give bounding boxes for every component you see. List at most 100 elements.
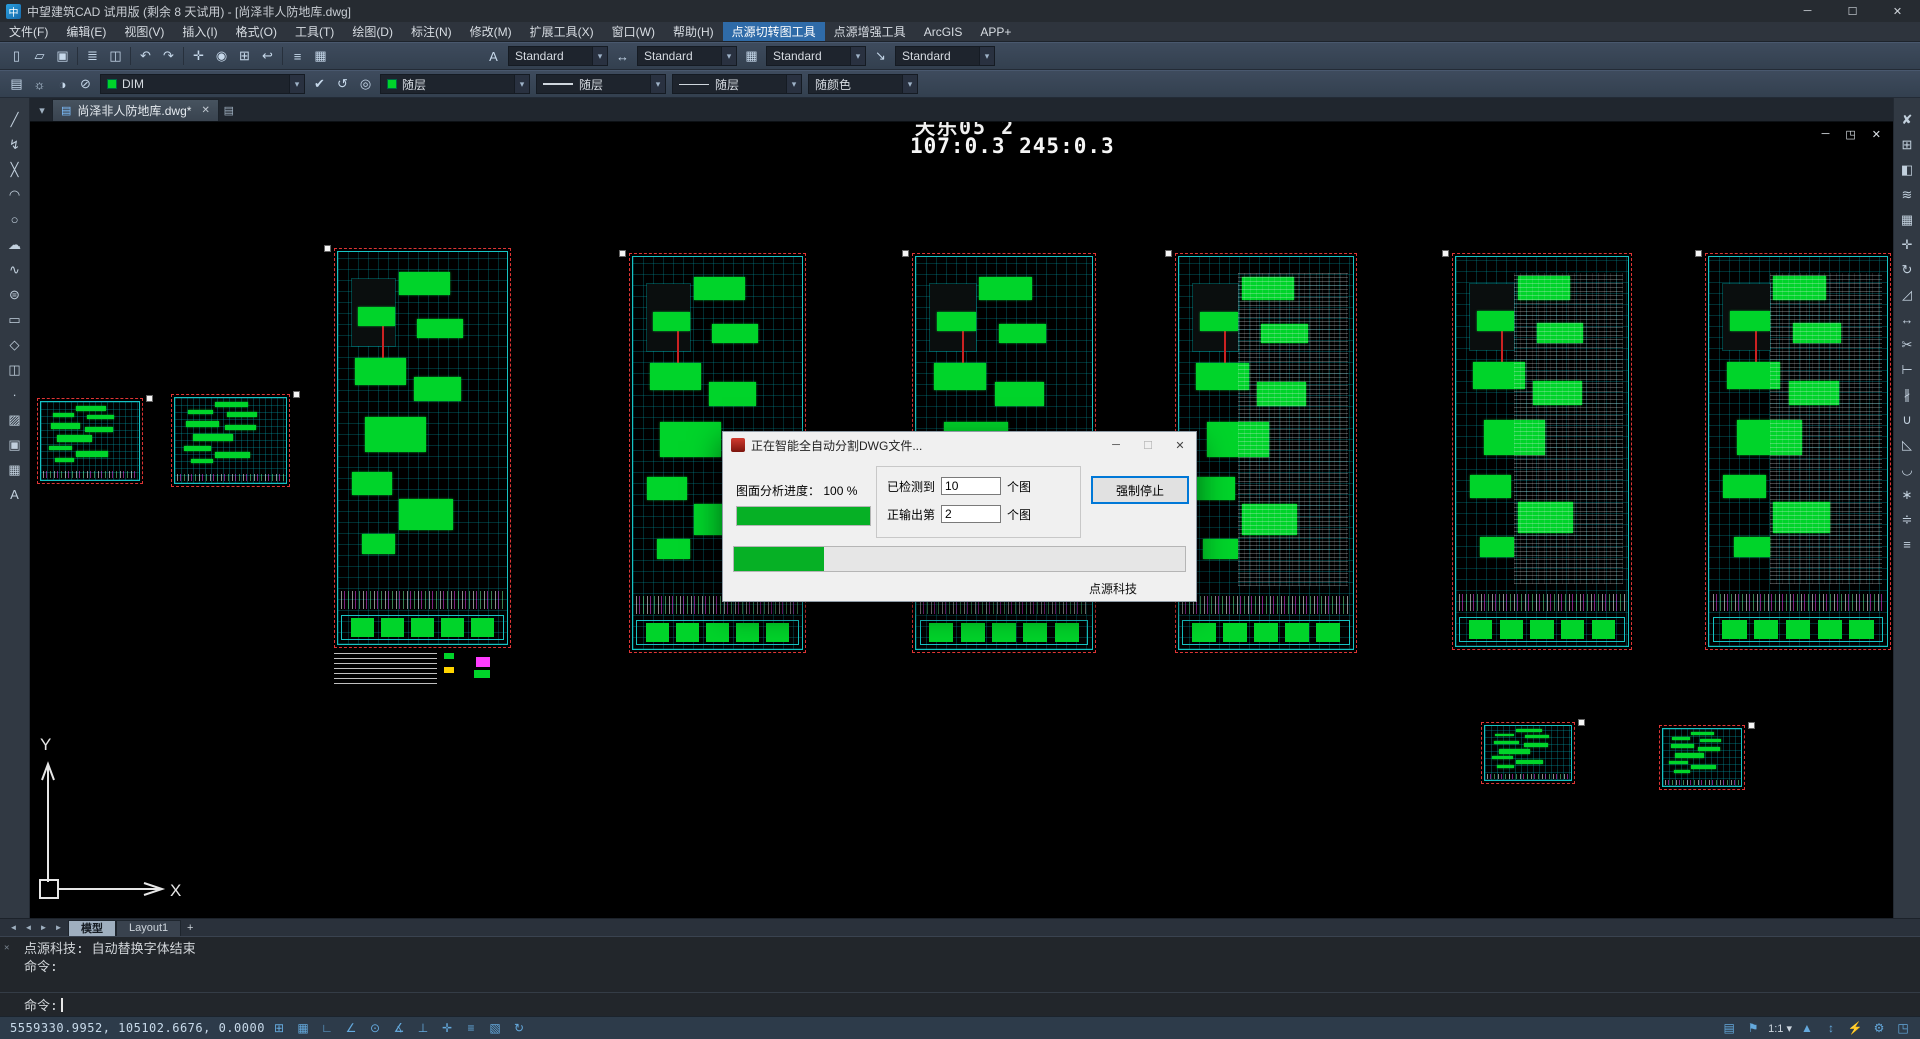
command-prompt[interactable]: 命令: — [0, 992, 1920, 1016]
menu-item-13[interactable]: 点源增强工具 — [825, 22, 915, 41]
window-minimize-button[interactable]: ─ — [1785, 0, 1830, 22]
layout-nav-arrow[interactable]: ► — [51, 923, 66, 932]
make-current-layer-icon[interactable]: ✔ — [308, 73, 331, 95]
array-icon[interactable]: ▦ — [1895, 208, 1919, 231]
lineweight-combo[interactable]: 随层 — [672, 74, 802, 94]
menu-item-2[interactable]: 视图(V) — [115, 22, 173, 41]
region-icon[interactable]: ▣ — [3, 433, 27, 456]
layout-nav-arrow[interactable]: ◄ — [21, 923, 36, 932]
layer-combo[interactable]: DIM — [100, 74, 305, 94]
align-icon[interactable]: ≑ — [1895, 508, 1919, 531]
model-space-icon[interactable]: ▤ — [1718, 1019, 1740, 1038]
transparency-icon[interactable]: ▧ — [484, 1019, 506, 1038]
menu-item-1[interactable]: 编辑(E) — [57, 22, 115, 41]
mdi-restore-button[interactable]: ◳ — [1845, 128, 1855, 141]
mleader-style-combo[interactable]: Standard — [895, 46, 995, 66]
break-icon[interactable]: ∦ — [1895, 383, 1919, 406]
zoom-window-icon[interactable]: ⊞ — [233, 45, 256, 67]
new-drawing-tab-icon[interactable]: ▤ — [219, 99, 239, 121]
osnap-icon[interactable]: ⊙ — [364, 1019, 386, 1038]
mirror-icon[interactable]: ◧ — [1895, 158, 1919, 181]
save-file-icon[interactable]: ▣ — [51, 45, 74, 67]
linetype-combo[interactable]: 随层 — [536, 74, 666, 94]
circle-icon[interactable]: ○ — [3, 208, 27, 231]
layer-lock-icon[interactable]: ⊘ — [74, 73, 97, 95]
mdi-close-button[interactable]: ✕ — [1872, 128, 1881, 141]
annotation-autoscale-icon[interactable]: ↕ — [1820, 1019, 1842, 1038]
polar-icon[interactable]: ∠ — [340, 1019, 362, 1038]
zoom-previous-icon[interactable]: ↩ — [256, 45, 279, 67]
menu-item-0[interactable]: 文件(F) — [0, 22, 57, 41]
layer-previous-icon[interactable]: ↺ — [331, 73, 354, 95]
grid-icon[interactable]: ▦ — [292, 1019, 314, 1038]
arc-icon[interactable]: ◠ — [3, 183, 27, 206]
menu-item-9[interactable]: 扩展工具(X) — [521, 22, 603, 41]
menu-item-11[interactable]: 帮助(H) — [664, 22, 723, 41]
mtext-icon[interactable]: A — [3, 483, 27, 506]
workspace-gear-icon[interactable]: ⚙ — [1868, 1019, 1890, 1038]
mdi-minimize-button[interactable]: ─ — [1822, 128, 1830, 141]
move-icon[interactable]: ✛ — [1895, 233, 1919, 256]
explode-icon[interactable]: ∗ — [1895, 483, 1919, 506]
output-index-input[interactable] — [941, 505, 1001, 523]
plot-preview-icon[interactable]: ◫ — [104, 45, 127, 67]
layer-properties-icon[interactable]: ▤ — [5, 73, 28, 95]
plotstyle-combo[interactable]: 随颜色 — [808, 74, 918, 94]
layer-freeze-icon[interactable]: ◑ — [51, 73, 74, 95]
close-tab-icon[interactable]: ✕ — [201, 105, 209, 116]
dialog-title-bar[interactable]: 正在智能全自动分割DWG文件... ─ ☐ ✕ — [723, 432, 1196, 458]
ducs-icon[interactable]: ⊥ — [412, 1019, 434, 1038]
extend-icon[interactable]: ⊢ — [1895, 358, 1919, 381]
text-style-combo[interactable]: Standard — [508, 46, 608, 66]
dismiss-icon[interactable]: ✕ — [4, 943, 9, 953]
hardware-acceleration-icon[interactable]: ⚡ — [1844, 1019, 1866, 1038]
menu-item-10[interactable]: 窗口(W) — [603, 22, 664, 41]
layout-nav-arrow[interactable]: ► — [36, 923, 51, 932]
scale-icon[interactable]: ◿ — [1895, 283, 1919, 306]
construction-line-icon[interactable]: ╳ — [3, 158, 27, 181]
layout-tab-Layout1[interactable]: Layout1 — [116, 920, 181, 936]
properties-palette-icon[interactable]: ≡ — [1895, 533, 1919, 556]
new-file-icon[interactable]: ▯ — [5, 45, 28, 67]
menu-item-8[interactable]: 修改(M) — [461, 22, 521, 41]
drawing-thumb-3[interactable] — [1481, 722, 1575, 784]
ellipse-icon[interactable]: ⊜ — [3, 283, 27, 306]
dim-style-icon[interactable]: ↔ — [611, 45, 634, 67]
revision-cloud-icon[interactable]: ☁ — [3, 233, 27, 256]
selection-cycle-icon[interactable]: ↻ — [508, 1019, 530, 1038]
menu-item-6[interactable]: 绘图(D) — [343, 22, 402, 41]
table-style-icon[interactable]: ▦ — [740, 45, 763, 67]
detected-count-input[interactable] — [941, 477, 1001, 495]
insert-block-icon[interactable]: ◫ — [3, 358, 27, 381]
annotation-monitor-icon[interactable]: ⚑ — [1742, 1019, 1764, 1038]
properties-icon[interactable]: ≡ — [286, 45, 309, 67]
drawing-plan-6[interactable] — [1705, 253, 1891, 650]
polygon-icon[interactable]: ◇ — [3, 333, 27, 356]
zoom-realtime-icon[interactable]: ◉ — [210, 45, 233, 67]
stretch-icon[interactable]: ↔ — [1895, 308, 1919, 331]
redo-icon[interactable]: ↷ — [157, 45, 180, 67]
layer-on-off-icon[interactable]: ☼ — [28, 73, 51, 95]
annotation-scale-control[interactable]: 1:1 ▾ — [1766, 1019, 1794, 1038]
command-window[interactable]: ✕ 点源科技: 自动替换字体结束命令: 命令: — [0, 936, 1920, 1016]
table-icon[interactable]: ▦ — [3, 458, 27, 481]
open-file-icon[interactable]: ▱ — [28, 45, 51, 67]
window-close-button[interactable]: ✕ — [1875, 0, 1920, 22]
menu-item-12[interactable]: 点源切转图工具 — [723, 22, 825, 41]
drawing-plan-5[interactable] — [1452, 253, 1632, 650]
hatch-icon[interactable]: ▨ — [3, 408, 27, 431]
snap-icon[interactable]: ⊞ — [268, 1019, 290, 1038]
erase-icon[interactable]: ✘ — [1895, 108, 1919, 131]
spline-icon[interactable]: ∿ — [3, 258, 27, 281]
menu-item-7[interactable]: 标注(N) — [402, 22, 461, 41]
fillet-icon[interactable]: ◡ — [1895, 458, 1919, 481]
tab-list-menu-icon[interactable]: ▾ — [32, 99, 52, 121]
force-stop-button[interactable]: 强制停止 — [1091, 476, 1189, 504]
copy-icon[interactable]: ⊞ — [1895, 133, 1919, 156]
polyline-icon[interactable]: ↯ — [3, 133, 27, 156]
dim-style-combo[interactable]: Standard — [637, 46, 737, 66]
drawing-plan-1[interactable] — [334, 248, 511, 648]
line-icon[interactable]: ╱ — [3, 108, 27, 131]
add-layout-button[interactable]: + — [181, 922, 199, 934]
lineweight-icon[interactable]: ≡ — [460, 1019, 482, 1038]
